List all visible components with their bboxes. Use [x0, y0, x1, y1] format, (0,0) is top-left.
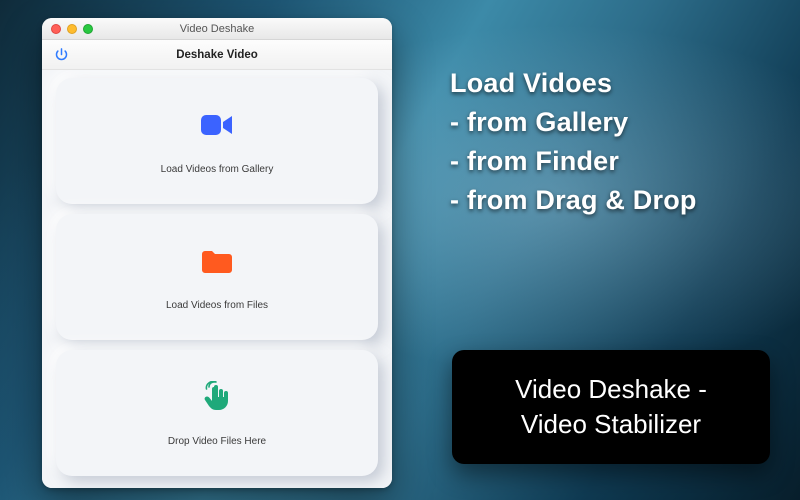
power-icon	[54, 47, 69, 62]
load-from-gallery-card[interactable]: Load Videos from Gallery	[56, 78, 378, 204]
video-camera-icon	[199, 108, 235, 142]
drag-hand-icon	[202, 380, 232, 414]
power-button[interactable]	[48, 44, 74, 66]
promo-line: - from Gallery	[450, 103, 697, 142]
toolbar: Deshake Video	[42, 40, 392, 70]
minimize-window-button[interactable]	[67, 24, 77, 34]
titlebar: Video Deshake	[42, 18, 392, 40]
app-window: Video Deshake Deshake Video Load Videos …	[42, 18, 392, 488]
window-controls	[42, 24, 93, 34]
promo-line: Load Vidoes	[450, 64, 697, 103]
promo-text: Load Vidoes - from Gallery - from Finder…	[450, 64, 697, 221]
promo-line: - from Finder	[450, 142, 697, 181]
promo-line: - from Drag & Drop	[450, 181, 697, 220]
close-window-button[interactable]	[51, 24, 61, 34]
folder-icon	[199, 244, 235, 278]
drop-files-card[interactable]: Drop Video Files Here	[56, 350, 378, 476]
toolbar-title: Deshake Video	[42, 49, 392, 61]
product-name-line: Video Stabilizer	[470, 407, 752, 442]
drop-files-label: Drop Video Files Here	[168, 436, 266, 447]
load-from-gallery-label: Load Videos from Gallery	[161, 164, 274, 175]
load-from-files-card[interactable]: Load Videos from Files	[56, 214, 378, 340]
product-name-line: Video Deshake -	[470, 372, 752, 407]
product-name-box: Video Deshake - Video Stabilizer	[452, 350, 770, 464]
load-from-files-label: Load Videos from Files	[166, 300, 268, 311]
window-title: Video Deshake	[42, 23, 392, 35]
content-area: Load Videos from Gallery Load Videos fro…	[42, 70, 392, 488]
zoom-window-button[interactable]	[83, 24, 93, 34]
